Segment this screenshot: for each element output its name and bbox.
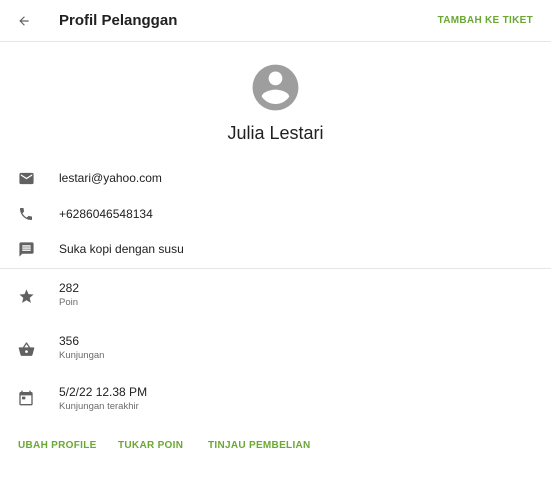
phone-icon bbox=[16, 204, 36, 224]
message-icon bbox=[16, 239, 36, 259]
visits-value: 356 bbox=[59, 334, 80, 348]
redeem-points-button[interactable]: TUKAR POIN bbox=[118, 440, 183, 451]
phone-row: +6286046548134 bbox=[0, 204, 551, 224]
section-divider bbox=[0, 268, 551, 269]
visits-label: Kunjungan bbox=[59, 350, 105, 361]
last-visit-value: 5/2/22 12.38 PM bbox=[59, 385, 148, 399]
account-circle-icon bbox=[252, 64, 299, 111]
arrow-left-icon bbox=[19, 16, 29, 26]
note-row: Suka kopi dengan susu bbox=[0, 239, 551, 259]
mail-icon bbox=[16, 168, 36, 188]
avatar bbox=[248, 60, 303, 115]
last-visit-label: Kunjungan terakhir bbox=[59, 401, 139, 412]
email-row: lestari@yahoo.com bbox=[0, 168, 551, 188]
calendar-icon bbox=[16, 388, 36, 408]
basket-icon bbox=[16, 339, 36, 359]
points-label: Poin bbox=[59, 297, 79, 308]
page-title: Profil Pelanggan bbox=[59, 12, 178, 29]
last-visit-row: 5/2/22 12.38 PM Kunjungan terakhir bbox=[0, 385, 551, 417]
customer-name: Julia Lestari bbox=[227, 123, 324, 143]
phone-text: +6286046548134 bbox=[59, 207, 153, 221]
points-row: 282 Poin bbox=[0, 280, 551, 312]
edit-profile-button[interactable]: UBAH PROFILE bbox=[18, 440, 97, 451]
points-value: 282 bbox=[59, 281, 80, 295]
add-to-ticket-button[interactable]: TAMBAH KE TIKET bbox=[438, 15, 533, 26]
app-bar: Profil Pelanggan TAMBAH KE TIKET bbox=[0, 0, 551, 42]
profile-actions: UBAH PROFILE TUKAR POIN TINJAU PEMBELIAN bbox=[0, 440, 551, 454]
star-icon bbox=[16, 286, 36, 306]
visits-row: 356 Kunjungan bbox=[0, 333, 551, 365]
review-purchases-button[interactable]: TINJAU PEMBELIAN bbox=[208, 440, 311, 451]
note-text: Suka kopi dengan susu bbox=[59, 242, 184, 256]
back-button[interactable] bbox=[12, 9, 36, 33]
email-text: lestari@yahoo.com bbox=[59, 171, 162, 185]
